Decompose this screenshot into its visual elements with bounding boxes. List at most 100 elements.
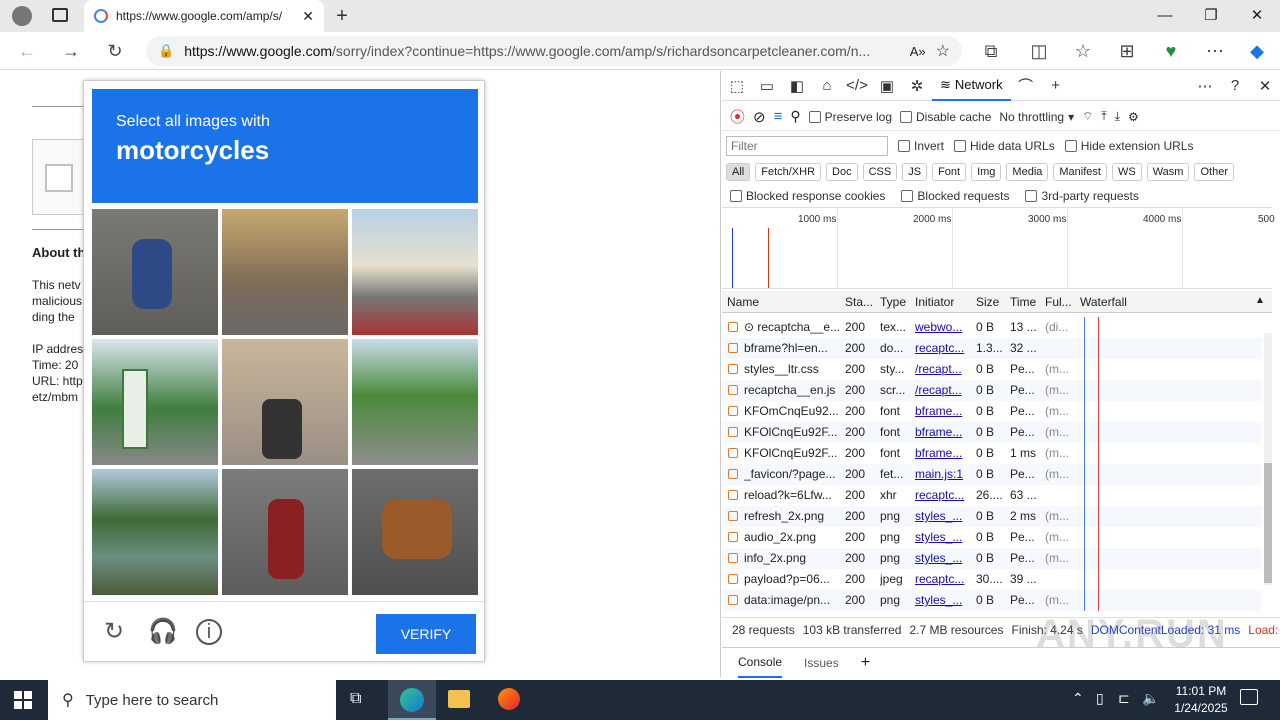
type-filter-media[interactable]: Media [1006,163,1049,181]
upload-icon[interactable]: ⤒ [1101,109,1106,124]
type-filter-wasm[interactable]: Wasm [1146,163,1190,181]
settings-icon[interactable]: ⚙ [1128,110,1139,124]
cell-initiator[interactable]: main.js:1 [915,467,971,481]
captcha-tile[interactable] [352,339,478,465]
minimize-icon[interactable]: — [1150,4,1180,28]
cell-initiator[interactable]: webwo... [915,320,971,334]
cell-initiator[interactable]: recaptc... [915,341,971,355]
maximize-icon[interactable]: ❐ [1196,4,1226,28]
collections-icon[interactable]: ⊞ [1114,38,1140,64]
address-bar[interactable]: 🔒 https://www.google.com/sorry/index?con… [146,36,962,66]
table-row[interactable]: bframe?hl=en... 200 do... recaptc... 1.3... 3… [722,338,1262,359]
forward-icon[interactable]: → [58,38,84,64]
captcha-tile[interactable] [222,469,348,595]
type-filter-doc[interactable]: Doc [826,163,858,181]
verify-button[interactable]: VERIFY [376,614,476,654]
type-filter-css[interactable]: CSS [862,163,898,181]
throttling-select[interactable]: No throttling ▾ [999,110,1074,124]
help-icon[interactable]: ? [1220,77,1250,94]
cell-initiator[interactable]: recaptc... [915,488,971,502]
type-filter-font[interactable]: Font [932,163,967,181]
clock-time[interactable]: 11:01 PM [1172,684,1230,698]
reload-icon[interactable]: ↻ [100,618,128,646]
task-view-icon[interactable]: ⧉ [350,690,361,708]
captcha-checkbox[interactable] [45,164,73,192]
table-row[interactable]: info_2x.png 200 png styles_... 0 B Pe... (m... [722,548,1262,569]
filter-toggle-icon[interactable]: ≡ [774,108,783,125]
clear-icon[interactable]: ⊘ [753,108,766,126]
network-conditions-icon[interactable]: ⌔ [1082,109,1093,124]
type-filter-fetch[interactable]: Fetch/XHR [755,163,822,181]
cell-initiator[interactable]: styles_... [915,530,971,544]
cell-initiator[interactable]: bframe... [915,425,971,439]
favorites-icon[interactable]: ☆ [1070,38,1096,64]
captcha-tile[interactable] [222,209,348,335]
dock-icon[interactable]: ◧ [782,77,812,95]
hide-data-urls-checkbox[interactable]: Hide data URLs [954,139,1055,153]
new-tab-button[interactable]: + [330,4,354,28]
record-icon[interactable]: ⦿ [730,106,745,127]
volume-icon[interactable]: 🔈 [1142,690,1159,707]
device-tray-icon[interactable]: ▯ [1096,690,1104,707]
scrollbar[interactable] [1264,333,1272,585]
col-type[interactable]: Type [880,295,906,309]
cell-initiator[interactable]: styles_... [915,509,971,523]
firefox-icon[interactable] [498,688,520,710]
filter-input[interactable] [726,136,888,156]
table-row[interactable]: styles__ltr.css 200 sty... /recapt... 0 B Pe.… [722,359,1262,380]
browser-tab[interactable]: G https://www.google.com/amp/s/ ✕ [84,0,324,32]
more-icon[interactable]: ⋯ [1202,38,1228,64]
captcha-tile[interactable] [352,469,478,595]
table-row[interactable]: data:image/pn... 200 png styles_... 0 B Pe...… [722,590,1262,611]
cell-initiator[interactable]: bframe... [915,446,971,460]
type-filter-other[interactable]: Other [1194,163,1234,181]
refresh-icon[interactable]: ↻ [102,38,128,64]
table-row[interactable]: KFOlCnqEu92F... 200 font bframe... 0 B 1 ms (m… [722,443,1262,464]
profile-icon[interactable] [12,6,32,26]
add-drawer-tab-icon[interactable]: + [861,654,870,672]
more-icon[interactable]: ⋯ [1190,77,1220,95]
split-screen-icon[interactable]: ◫ [1026,38,1052,64]
add-tab-icon[interactable]: + [1041,77,1071,94]
tab-network[interactable]: ≋ Network [932,71,1011,101]
file-explorer-icon[interactable] [448,690,470,708]
col-size[interactable]: Size [976,295,999,309]
taskbar-search[interactable]: ⚲ Type here to search [48,680,336,720]
captcha-tile[interactable] [92,209,218,335]
console-icon[interactable]: ▣ [872,77,902,95]
copilot-icon[interactable]: ◆ [1244,38,1270,64]
notifications-icon[interactable] [1240,689,1258,705]
hide-extension-urls-checkbox[interactable]: Hide extension URLs [1064,139,1193,153]
cell-initiator[interactable]: recaptc... [915,572,971,586]
table-row[interactable]: audio_2x.png 200 png styles_... 0 B Pe... (m..… [722,527,1262,548]
col-initiator[interactable]: Initiator [915,295,954,309]
type-filter-js[interactable]: JS [902,163,928,181]
table-row[interactable]: KFOlCnqEu92F... 200 font bframe... 0 B Pe... (… [722,422,1262,443]
captcha-tile[interactable] [222,339,348,465]
search-icon[interactable]: ⚲ [790,108,800,125]
network-tray-icon[interactable]: ⊏ [1118,690,1130,707]
captcha-tile[interactable] [92,339,218,465]
sources-icon[interactable]: ✲ [902,77,932,95]
table-row[interactable]: ⊙ recaptcha__e... 200 tex... webwo... 0 B 13 … [722,317,1262,338]
type-filter-manifest[interactable]: Manifest [1053,163,1107,181]
cell-initiator[interactable]: styles_... [915,593,971,607]
cell-initiator[interactable]: bframe... [915,404,971,418]
cell-initiator[interactable]: styles_... [915,551,971,565]
close-devtools-icon[interactable]: ✕ [1250,77,1280,95]
blocked-cookies-checkbox[interactable]: Blocked response cookies [730,189,885,203]
type-filter-img[interactable]: Img [971,163,1002,181]
tab-actions-icon[interactable] [52,8,68,22]
elements-icon[interactable]: </> [842,77,872,94]
col-full[interactable]: Ful... [1045,295,1072,309]
type-filter-ws[interactable]: WS [1111,163,1142,181]
performance-icon[interactable]: ♥ [1158,38,1184,64]
table-row[interactable]: refresh_2x.png 200 png styles_... 0 B 2 ms (m.… [722,506,1262,527]
clock-date[interactable]: 1/24/2025 [1168,701,1234,715]
close-tab-icon[interactable]: ✕ [302,8,314,25]
audio-icon[interactable]: 🎧 [148,618,178,646]
col-status[interactable]: Sta... [845,295,873,309]
invert-checkbox[interactable]: Invert [898,139,944,153]
table-row[interactable]: _favicon/?page... 200 fet... main.js:1 0 B Pe… [722,464,1262,485]
read-aloud-icon[interactable]: A» [910,44,926,59]
